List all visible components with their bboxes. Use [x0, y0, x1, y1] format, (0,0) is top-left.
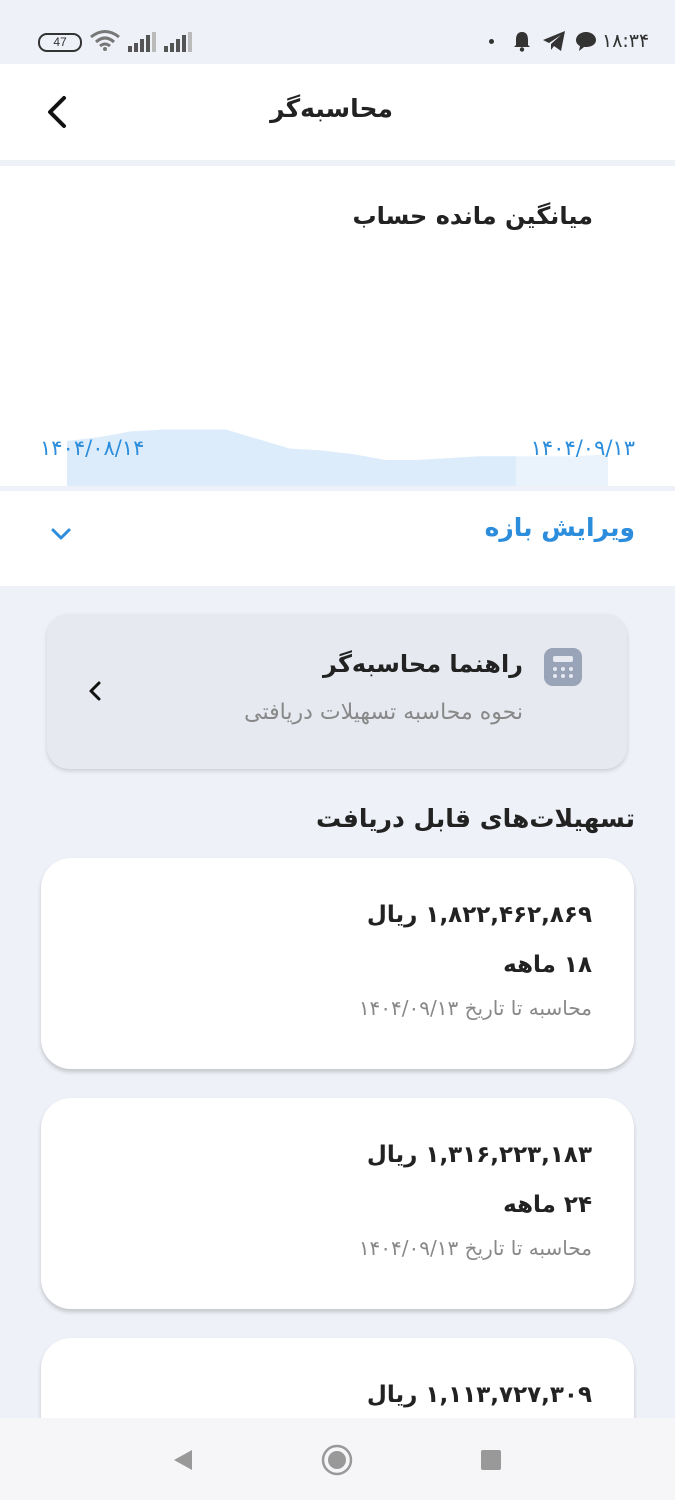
loan-amount: ۱,۳۱۶,۲۲۳,۱۸۳ ریال [366, 1142, 592, 1168]
loan-term: ۲۴ ماهه [503, 1192, 592, 1218]
chart-start-date: ۱۴۰۴/۰۸/۱۴ [40, 436, 145, 460]
loan-amount: ۱,۸۲۲,۴۶۲,۸۶۹ ریال [366, 902, 592, 928]
back-arrow-icon[interactable] [40, 92, 74, 132]
status-bar: 47 ۱۸:۳۴ [0, 0, 675, 64]
loan-calc-date: محاسبه تا تاریخ ۱۴۰۴/۰۹/۱۳ [358, 1236, 592, 1260]
chevron-left-icon [89, 681, 101, 701]
loans-section-title: تسهیلات‌های قابل دریافت [316, 804, 635, 833]
nav-home-icon[interactable] [321, 1444, 353, 1476]
nav-recents-icon[interactable] [481, 1450, 501, 1470]
loan-card[interactable]: ۱,۸۲۲,۴۶۲,۸۶۹ ریال ۱۸ ماهه محاسبه تا تار… [41, 858, 634, 1069]
page-title: محاسبه‌گر [270, 94, 393, 123]
balance-chart-card: میانگین مانده حساب ۱۴۰۴/۰۸/۱۴ ۱۴۰۴/۰۹/۱۳ [0, 166, 675, 486]
telegram-icon [543, 31, 565, 51]
loan-card[interactable]: ۱,۳۱۶,۲۲۳,۱۸۳ ریال ۲۴ ماهه محاسبه تا تار… [41, 1098, 634, 1309]
edit-range-row[interactable]: ویرایش بازه [0, 491, 675, 586]
chevron-down-icon [51, 528, 71, 540]
clock: ۱۸:۳۴ [602, 30, 650, 52]
chat-icon [576, 32, 596, 51]
signal-icon-2 [164, 32, 192, 52]
battery-indicator: 47 [38, 33, 82, 52]
loan-term: ۱۸ ماهه [503, 952, 592, 978]
edit-range-label: ویرایش بازه [484, 513, 635, 542]
calculator-guide-card[interactable]: راهنما محاسبه‌گر نحوه محاسبه تسهیلات دری… [47, 614, 627, 769]
chart-end-date: ۱۴۰۴/۰۹/۱۳ [530, 436, 635, 460]
bell-icon [514, 32, 530, 52]
guide-subtitle: نحوه محاسبه تسهیلات دریافتی [244, 700, 523, 725]
nav-back-icon[interactable] [172, 1448, 194, 1472]
loan-calc-date: محاسبه تا تاریخ ۱۴۰۴/۰۹/۱۳ [358, 996, 592, 1020]
app-header: محاسبه‌گر [0, 64, 675, 160]
loan-amount: ۱,۱۱۳,۷۲۷,۳۰۹ ریال [366, 1382, 592, 1408]
system-nav-bar [0, 1418, 675, 1500]
notification-dot-icon [489, 39, 494, 44]
wifi-icon [90, 30, 120, 51]
guide-title: راهنما محاسبه‌گر [323, 650, 523, 678]
signal-icon [128, 32, 156, 52]
calculator-icon [544, 648, 582, 686]
